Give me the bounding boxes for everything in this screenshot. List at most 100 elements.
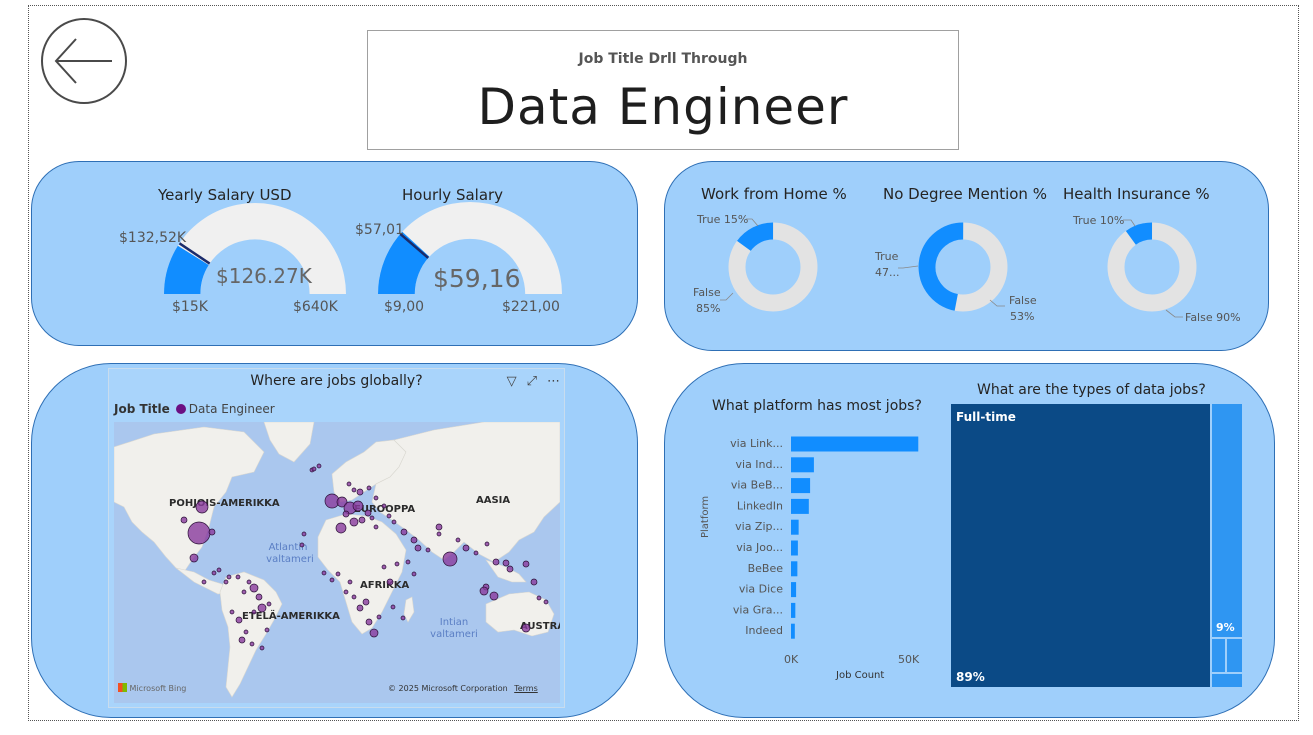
wfh-title: Work from Home %	[701, 185, 847, 203]
map-marker	[351, 487, 357, 493]
map-marker	[455, 537, 461, 543]
bar-category-label: via Ind...	[736, 458, 784, 471]
map-marker	[400, 615, 406, 621]
map-marker	[366, 485, 372, 491]
legend-marker-icon	[175, 404, 186, 414]
bar	[791, 582, 797, 598]
treemap-pct-second: 9%	[1216, 621, 1235, 634]
platform-bar-chart[interactable]: via Link... via Ind... via BeB... LinkedIn v…	[700, 428, 940, 688]
map-marker	[243, 629, 249, 635]
hourly-value-label: $59,16	[433, 264, 521, 293]
focus-mode-icon[interactable]: ⤢	[527, 374, 537, 389]
map-marker	[238, 636, 246, 644]
map-marker	[335, 522, 347, 534]
degree-true-pct: 47...	[875, 266, 900, 279]
copyright-text: © 2025 Microsoft Corporation	[388, 684, 508, 693]
map-label-indian-2: valtameri	[430, 629, 478, 640]
health-false-label: False 90%	[1185, 311, 1241, 324]
degree-donut[interactable]	[918, 222, 1008, 312]
bar-category-label: via BeB...	[731, 479, 783, 492]
map-marker	[394, 561, 400, 567]
bar-category-label: via Gra...	[733, 603, 783, 616]
map-marker	[346, 481, 352, 487]
degree-title: No Degree Mention %	[883, 185, 1047, 203]
map-marker	[410, 536, 418, 544]
map-marker	[489, 591, 499, 601]
map-marker	[189, 553, 199, 563]
map-marker	[390, 604, 396, 610]
bar	[791, 498, 809, 514]
health-true-label: True 10%	[1073, 214, 1125, 227]
treemap-pct-full-time: 89%	[956, 670, 985, 684]
map-marker	[356, 604, 364, 612]
world-map[interactable]: POHJOIS-AMERIKKA EUROOPPA AASIA AFRIKKA …	[114, 422, 560, 703]
map-marker	[259, 645, 265, 651]
terms-link[interactable]: Terms	[514, 684, 538, 693]
map-marker	[425, 547, 431, 553]
bing-label: Microsoft Bing	[129, 684, 187, 693]
bar	[791, 540, 798, 556]
map-marker	[369, 515, 375, 521]
map-marker	[241, 589, 247, 595]
map-marker	[211, 570, 217, 576]
map-marker	[391, 519, 397, 525]
hourly-max-label: $221,00	[502, 299, 560, 315]
map-label-north-america: POHJOIS-AMERIKKA	[169, 498, 280, 509]
map-marker	[342, 510, 350, 518]
map-marker	[235, 616, 243, 624]
map-marker	[311, 466, 317, 472]
map-label-south-america: ETELÄ-AMERIKKA	[242, 608, 340, 622]
map-label-africa: AFRIKKA	[360, 580, 409, 591]
map-marker	[473, 550, 479, 556]
map-marker	[187, 521, 211, 545]
map-marker	[208, 528, 216, 536]
visual-header-icons: ▽ ⤢ ⋯	[497, 374, 560, 389]
map-marker	[229, 609, 235, 615]
more-options-icon[interactable]: ⋯	[547, 374, 560, 389]
map-marker	[257, 603, 267, 613]
treemap-tile-fifth[interactable]	[1212, 674, 1242, 687]
filter-icon[interactable]: ▽	[507, 374, 517, 389]
map-attribution: © 2025 Microsoft Corporation Terms	[388, 684, 538, 693]
map-marker	[235, 574, 241, 580]
hourly-target-label: $57,01	[355, 222, 404, 238]
bar	[791, 519, 799, 535]
map-marker	[484, 541, 490, 547]
map-marker	[251, 609, 257, 615]
wfh-false-pct: 85%	[696, 302, 721, 315]
map-marker	[316, 463, 322, 469]
map-visual[interactable]: Where are jobs globally? ▽ ⤢ ⋯ Job Title Da…	[108, 368, 565, 708]
map-marker	[299, 542, 305, 548]
map-marker	[356, 488, 364, 496]
map-marker	[506, 565, 514, 573]
treemap-tile-second[interactable]: 9%	[1212, 404, 1242, 637]
degree-true-label: True	[875, 250, 899, 263]
treemap-tile-full-time[interactable]: Full-time 89%	[951, 404, 1210, 687]
map-marker	[264, 627, 270, 633]
treemap[interactable]: Full-time 89% 9%	[951, 404, 1242, 687]
bar	[791, 436, 919, 452]
treemap-tile-third[interactable]	[1212, 639, 1225, 672]
map-marker	[226, 574, 232, 580]
map-marker	[335, 571, 341, 577]
map-marker	[502, 559, 510, 567]
yearly-min-label: $15K	[172, 299, 208, 315]
map-marker	[180, 516, 188, 524]
map-marker	[414, 544, 422, 552]
map-label-asia: AASIA	[476, 495, 510, 506]
bar-category-label: BeBee	[748, 562, 784, 575]
back-arrow-icon[interactable]	[40, 17, 128, 105]
map-marker	[329, 577, 335, 583]
x-tick-50: 50K	[898, 653, 920, 666]
wfh-donut[interactable]	[728, 222, 818, 312]
x-tick-0: 0K	[784, 653, 799, 666]
donut-false-segment	[1107, 222, 1197, 312]
map-marker	[246, 579, 252, 585]
map-marker	[266, 601, 272, 607]
health-donut[interactable]	[1107, 222, 1197, 312]
greenland-shape	[263, 422, 315, 463]
map-marker	[386, 578, 394, 586]
page-subtitle: Job Title Drll Through	[578, 51, 748, 67]
treemap-tile-fourth[interactable]	[1227, 639, 1242, 672]
platform-chart-title: What platform has most jobs?	[712, 398, 922, 414]
